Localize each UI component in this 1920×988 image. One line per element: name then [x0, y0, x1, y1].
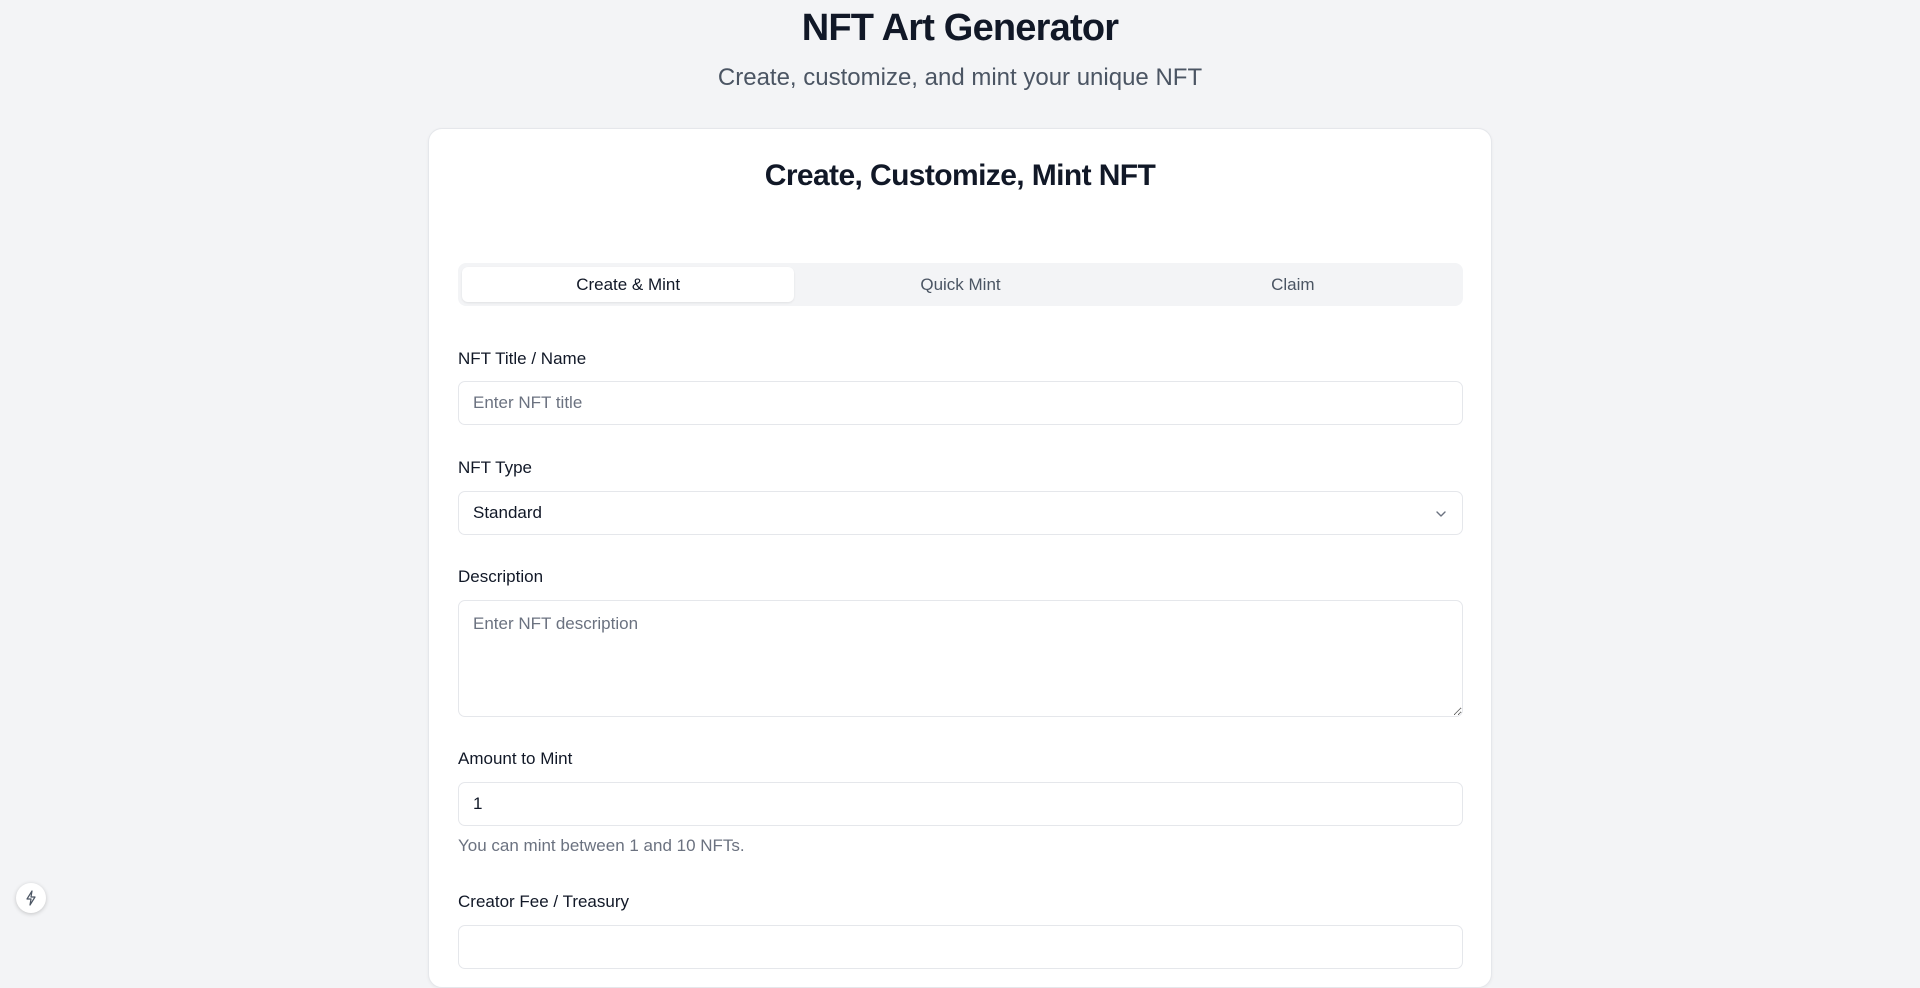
- tab-quick-mint[interactable]: Quick Mint: [794, 267, 1126, 302]
- bolt-icon: [26, 890, 36, 906]
- creator-fee-input[interactable]: [458, 925, 1463, 969]
- page-subtitle: Create, customize, and mint your unique …: [717, 63, 1203, 91]
- amount-helper-text: You can mint between 1 and 10 NFTs.: [458, 836, 745, 855]
- tab-bar: Create & Mint Quick Mint Claim: [458, 263, 1463, 306]
- page-header: NFT Art Generator Create, customize, and…: [0, 0, 1920, 92]
- amount-label: Amount to Mint: [458, 749, 573, 768]
- tab-claim[interactable]: Claim: [1127, 267, 1459, 302]
- card-title: Create, Customize, Mint NFT: [764, 159, 1156, 192]
- mint-card: Create, Customize, Mint NFT Create & Min…: [428, 128, 1492, 988]
- nft-type-value: Standard: [473, 503, 542, 522]
- amount-value: 1: [473, 794, 483, 813]
- nft-title-input[interactable]: [458, 381, 1463, 425]
- amount-input[interactable]: 1: [458, 782, 1463, 826]
- page-title: NFT Art Generator: [801, 7, 1119, 49]
- bolt-button[interactable]: [16, 883, 46, 913]
- nft-title-label: NFT Title / Name: [458, 349, 587, 368]
- creator-fee-label: Creator Fee / Treasury: [458, 892, 630, 911]
- nft-type-label: NFT Type: [458, 458, 533, 477]
- description-textarea[interactable]: [458, 600, 1463, 717]
- nft-type-select[interactable]: Standard: [458, 491, 1463, 535]
- tab-create-mint[interactable]: Create & Mint: [462, 267, 795, 302]
- description-label: Description: [458, 567, 544, 586]
- chevron-down-icon: [1436, 511, 1446, 517]
